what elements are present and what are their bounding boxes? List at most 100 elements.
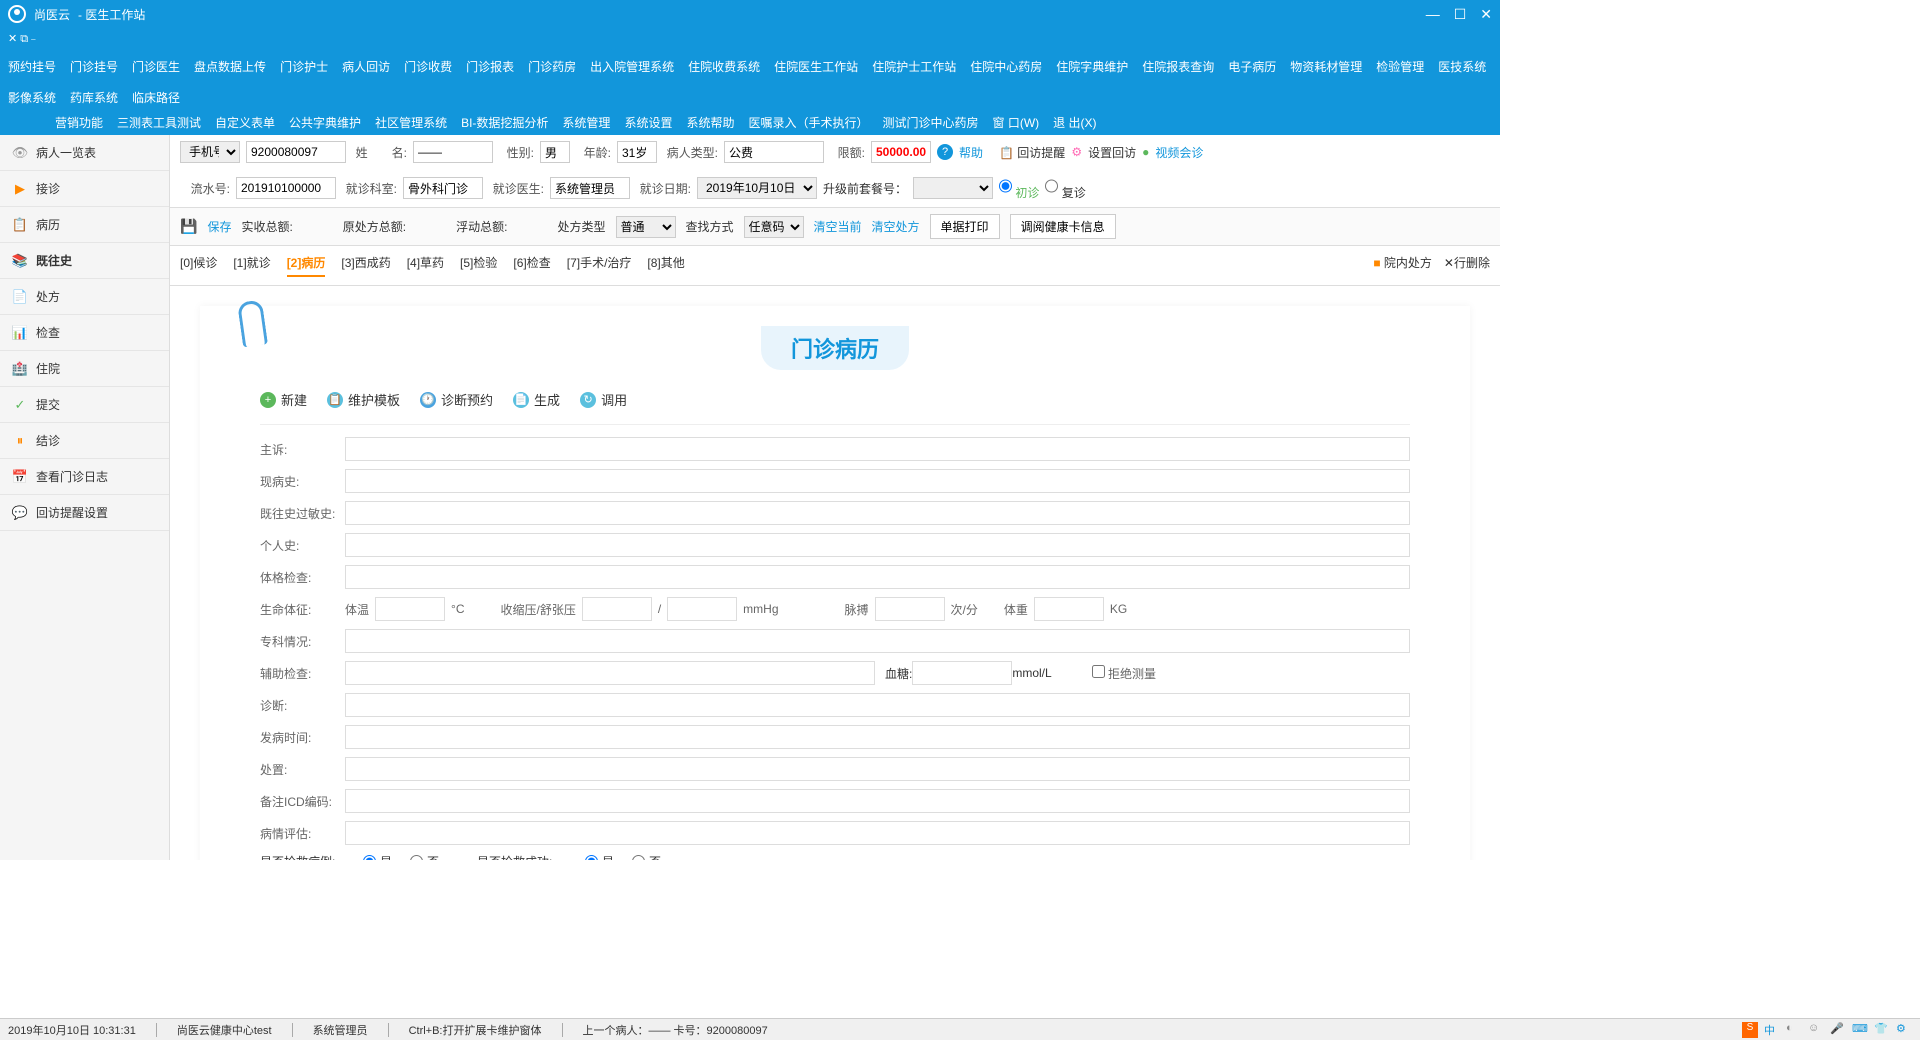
- print-button[interactable]: 单据打印: [930, 214, 1000, 239]
- tab[interactable]: [6]检查: [513, 254, 550, 277]
- sidebar-item[interactable]: 📄处方: [0, 279, 169, 315]
- tray-icon-6[interactable]: 👕: [1874, 1022, 1890, 1038]
- menu-item[interactable]: 自定义表单: [215, 114, 275, 131]
- minimize-icon[interactable]: —: [1426, 6, 1440, 23]
- tray-icon-5[interactable]: ⌨: [1852, 1022, 1868, 1038]
- form-action[interactable]: +新建: [260, 390, 307, 409]
- past-history-input[interactable]: [345, 501, 1410, 525]
- rescue-succ-no-radio[interactable]: 否: [632, 853, 661, 860]
- sidebar-item[interactable]: 📚既往史: [0, 243, 169, 279]
- clear-current-link[interactable]: 清空当前: [814, 218, 862, 235]
- ime-icon[interactable]: S: [1742, 1022, 1758, 1038]
- diagnosis-input[interactable]: [345, 693, 1410, 717]
- tab[interactable]: [4]草药: [407, 254, 444, 277]
- form-action[interactable]: 📄生成: [513, 390, 560, 409]
- chief-complaint-input[interactable]: [345, 437, 1410, 461]
- date-select[interactable]: 2019年10月10日: [697, 177, 817, 199]
- tray-icon-2[interactable]: ◐: [1786, 1022, 1802, 1038]
- diastolic-input[interactable]: [667, 597, 737, 621]
- menu-item[interactable]: 门诊收费: [404, 58, 452, 75]
- save-icon[interactable]: 💾: [180, 218, 197, 235]
- menu-item[interactable]: 预约挂号: [8, 58, 56, 75]
- menu-item[interactable]: 住院医生工作站: [774, 58, 858, 75]
- first-visit-radio[interactable]: 初诊: [999, 175, 1039, 201]
- sex-input[interactable]: [540, 141, 570, 163]
- menu-item[interactable]: 窗 口(W): [993, 114, 1040, 131]
- menu-item[interactable]: 系统设置: [624, 114, 672, 131]
- sidebar-item[interactable]: 📋病历: [0, 207, 169, 243]
- tray-icon-3[interactable]: ☺: [1808, 1022, 1824, 1038]
- clear-rx-link[interactable]: 清空处方: [872, 218, 920, 235]
- sidebar-item[interactable]: ✓提交: [0, 387, 169, 423]
- rescue-no-radio[interactable]: 否: [410, 853, 439, 860]
- delete-row[interactable]: ✕行删除: [1444, 254, 1490, 277]
- sidebar-item[interactable]: 👁病人一览表: [0, 135, 169, 171]
- physical-exam-input[interactable]: [345, 565, 1410, 589]
- close-icon[interactable]: ✕: [1480, 6, 1492, 23]
- onset-time-input[interactable]: [345, 725, 1410, 749]
- patient-type-input[interactable]: [724, 141, 824, 163]
- video-link[interactable]: 视频会诊: [1155, 144, 1203, 161]
- specialty-input[interactable]: [345, 629, 1410, 653]
- tab[interactable]: [2]病历: [287, 254, 326, 277]
- tab[interactable]: [8]其他: [647, 254, 684, 277]
- blood-sugar-input[interactable]: [912, 661, 1012, 685]
- weight-input[interactable]: [1034, 597, 1104, 621]
- sidebar-item[interactable]: 💬回访提醒设置: [0, 495, 169, 531]
- menu-item[interactable]: 临床路径: [132, 89, 180, 106]
- tab[interactable]: [1]就诊: [233, 254, 270, 277]
- icd-input[interactable]: [345, 789, 1410, 813]
- menu-item[interactable]: 三测表工具测试: [117, 114, 201, 131]
- tab[interactable]: [0]候诊: [180, 254, 217, 277]
- tab[interactable]: [3]西成药: [341, 254, 390, 277]
- form-action[interactable]: 🕐诊断预约: [420, 390, 493, 409]
- menu-item[interactable]: 公共字典维护: [289, 114, 361, 131]
- sidebar-item[interactable]: 📊检查: [0, 315, 169, 351]
- evaluation-input[interactable]: [345, 821, 1410, 845]
- form-action[interactable]: ↻调用: [580, 390, 627, 409]
- tray-icon-7[interactable]: ⚙: [1896, 1022, 1912, 1038]
- menu-item[interactable]: 门诊报表: [466, 58, 514, 75]
- return-visit-radio[interactable]: 复诊: [1045, 175, 1085, 201]
- pulse-input[interactable]: [875, 597, 945, 621]
- maximize-icon[interactable]: ☐: [1454, 6, 1467, 23]
- menu-item[interactable]: 系统帮助: [686, 114, 734, 131]
- set-visit-link[interactable]: 设置回访: [1088, 144, 1136, 161]
- menu-item[interactable]: BI-数据挖掘分析: [461, 114, 548, 131]
- phone-input[interactable]: [246, 141, 346, 163]
- visit-remind-link[interactable]: 回访提醒: [1017, 146, 1065, 160]
- phone-type-select[interactable]: 手机号: [180, 141, 240, 163]
- refuse-measure-checkbox[interactable]: 拒绝测量: [1092, 665, 1156, 682]
- menu-item[interactable]: 盘点数据上传: [194, 58, 266, 75]
- help-link[interactable]: 帮助: [959, 144, 983, 161]
- menu-item[interactable]: 住院中心药房: [970, 58, 1042, 75]
- name-input[interactable]: [413, 141, 493, 163]
- menu-item[interactable]: 检验管理: [1376, 58, 1424, 75]
- menu-item[interactable]: 影像系统: [8, 89, 56, 106]
- treatment-input[interactable]: [345, 757, 1410, 781]
- inhouse-rx[interactable]: ■ 院内处方: [1373, 254, 1432, 277]
- menu-item[interactable]: 门诊挂号: [70, 58, 118, 75]
- tray-icon-4[interactable]: 🎤: [1830, 1022, 1846, 1038]
- menu-item[interactable]: 住院护士工作站: [872, 58, 956, 75]
- rescue-yes-radio[interactable]: 是: [363, 853, 392, 860]
- rescue-succ-yes-radio[interactable]: 是: [585, 853, 614, 860]
- menu-item[interactable]: 系统管理: [562, 114, 610, 131]
- menu-item[interactable]: 出入院管理系统: [590, 58, 674, 75]
- menu-item[interactable]: 门诊医生: [132, 58, 180, 75]
- rx-type-select[interactable]: 普通: [616, 216, 676, 238]
- menu-item[interactable]: 退 出(X): [1053, 114, 1096, 131]
- temperature-input[interactable]: [375, 597, 445, 621]
- menu-item[interactable]: 门诊药房: [528, 58, 576, 75]
- menu-item[interactable]: 病人回访: [342, 58, 390, 75]
- menu-item[interactable]: 营销功能: [55, 114, 103, 131]
- sidebar-item[interactable]: 🏥住院: [0, 351, 169, 387]
- dept-input[interactable]: [403, 177, 483, 199]
- menu-item[interactable]: 医嘱录入（手术执行）: [748, 114, 868, 131]
- sidebar-item[interactable]: ▶接诊: [0, 171, 169, 207]
- personal-history-input[interactable]: [345, 533, 1410, 557]
- doctor-input[interactable]: [550, 177, 630, 199]
- tab[interactable]: [5]检验: [460, 254, 497, 277]
- systolic-input[interactable]: [582, 597, 652, 621]
- menu-item[interactable]: 电子病历: [1228, 58, 1276, 75]
